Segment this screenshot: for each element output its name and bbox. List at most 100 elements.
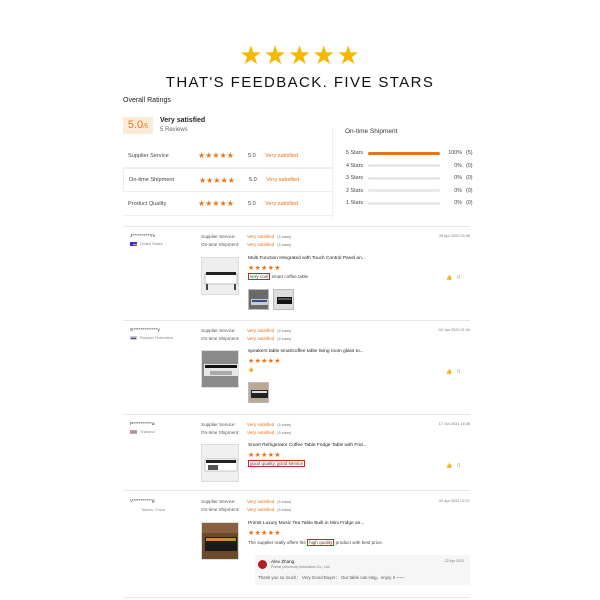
review-photo[interactable] — [248, 289, 269, 310]
supplier-service-label: Supplier Service: — [201, 234, 236, 239]
review-date: 28 Apr 2022 00:38 — [438, 234, 470, 238]
review-stars: ★★★★★ — [248, 452, 281, 459]
value-text: Very satisfied — [247, 430, 275, 435]
like-button[interactable]: 👍 0 — [441, 369, 460, 375]
rating-text: Very satisfied — [265, 200, 299, 207]
product-image-graphic — [202, 445, 238, 481]
review-item: P**********a Thailand Supplier Service: … — [123, 420, 470, 495]
rating-label: On-time Shipment — [129, 177, 175, 183]
rating-text: Very satisfied — [266, 177, 300, 183]
divider — [123, 597, 470, 598]
overall-score: 5.0/5 — [123, 117, 153, 134]
shipment-row: 1 Stars 0% (0) — [346, 197, 476, 210]
reviewer-name: V**********g — [130, 499, 155, 504]
like-button[interactable]: 👍 0 — [441, 275, 460, 281]
value-note: (5 stars) — [277, 235, 292, 239]
thumbs-up-icon: 👍 — [445, 463, 453, 469]
count: (0) — [466, 175, 473, 182]
progress-bar — [368, 164, 440, 168]
shipment-breakdown: 5 Stars 100% (5) 4 Stars 0% (0) 3 Stars … — [346, 147, 476, 210]
percent: 0% — [454, 200, 462, 207]
count: (5) — [466, 150, 473, 157]
rating-value: 5.0 — [248, 200, 256, 207]
product-name[interactable]: speakers table smartcoffee table living … — [248, 349, 364, 354]
like-count: 0 — [457, 463, 460, 469]
product-name[interactable]: Primst Luxury Music Tea Table Built in M… — [248, 521, 364, 526]
shipment-label: On-time Shipment: — [201, 242, 240, 247]
percent: 0% — [454, 175, 462, 182]
ratings-table: Supplier Service ★★★★★ 5.0 Very satisfie… — [123, 144, 333, 216]
value-text: Very satisfied — [247, 336, 275, 341]
count: (0) — [466, 200, 473, 207]
review-photo-graphic — [274, 290, 293, 309]
like-button[interactable]: 👍 0 — [441, 463, 460, 469]
comment-text: smart coffee table — [270, 274, 309, 279]
value-text: Very satisfied — [247, 499, 275, 504]
reviewer-country: Thailand — [130, 430, 155, 434]
reply-date: 22 Apr 2021 — [444, 559, 464, 563]
review-stars: ★★★★★ — [248, 265, 281, 272]
value-text: Very satisfied — [247, 242, 275, 247]
review-item: S*************y Russian Federation Suppl… — [123, 326, 470, 411]
shipment-label: On-time Shipment: — [201, 430, 240, 435]
review-item: J**********m United States Supplier Serv… — [123, 232, 470, 317]
supplier-service-value: Very satisfied (5 stars) — [247, 499, 291, 504]
product-name[interactable]: Smart Refrigerator Coffee Table Fridge T… — [248, 443, 367, 448]
supplier-reply: Alex Zhang Primst (zhuzhou) Innovation C… — [255, 555, 470, 585]
rating-stars: ★★★★★ — [198, 199, 234, 208]
count: (0) — [466, 187, 473, 194]
progress-bar — [368, 189, 440, 193]
flag-us-icon — [130, 242, 137, 246]
review-count: 5 Reviews — [160, 127, 188, 133]
value-note: (5 stars) — [277, 508, 292, 512]
product-image[interactable] — [201, 444, 239, 482]
review-comment: 👍 — [248, 367, 254, 372]
shipment-value: Very satisfied (5 stars) — [247, 242, 291, 247]
product-image[interactable] — [201, 350, 239, 388]
divider — [123, 226, 470, 227]
reply-company: Primst (zhuzhou) Innovation Co., Ltd. — [271, 565, 331, 569]
rating-row-supplier: Supplier Service ★★★★★ 5.0 Very satisfie… — [123, 144, 333, 168]
shipment-value: Very satisfied (5 stars) — [247, 336, 291, 341]
review-photo-graphic — [249, 383, 268, 402]
product-name[interactable]: Multi Function Integrated with Touch Con… — [248, 256, 366, 261]
reviewer-country: United States — [130, 242, 163, 246]
shipment-value: Very satisfied (5 stars) — [247, 507, 291, 512]
value-note: (5 stars) — [277, 337, 292, 341]
value-note: (5 stars) — [277, 243, 292, 247]
product-image[interactable] — [201, 522, 239, 560]
shipment-label: On-time Shipment: — [201, 336, 240, 341]
count: (0) — [466, 162, 473, 169]
progress-fill — [368, 151, 440, 155]
divider — [123, 320, 470, 321]
rating-row-shipment[interactable]: On-time Shipment ★★★★★ 5.0 Very satisfie… — [123, 168, 333, 192]
review-comment: The supplier really offers the high qual… — [248, 539, 383, 546]
comment-text: product with best price. — [334, 540, 383, 545]
shipment-title: On-time Shipment — [345, 128, 398, 135]
value-note: (5 stars) — [277, 423, 292, 427]
reviewer-country: Taiwan, China — [141, 508, 165, 512]
review-photo[interactable] — [248, 382, 269, 403]
shipment-row: 5 Stars 100% (5) — [346, 147, 476, 160]
score-suffix: /5 — [143, 124, 149, 130]
progress-bar — [368, 176, 440, 180]
star-label: 2 Stars — [346, 187, 364, 194]
value-note: (5 stars) — [277, 329, 292, 333]
review-photo[interactable] — [273, 289, 294, 310]
product-image-graphic — [202, 523, 238, 559]
product-image-graphic — [202, 258, 238, 294]
reply-text: Thank you so much： Very Good Buyer： Our … — [258, 575, 404, 580]
reviewer-name: S*************y — [130, 328, 160, 333]
shipment-row: 3 Stars 0% (0) — [346, 172, 476, 185]
like-count: 0 — [457, 275, 460, 281]
comment-highlight: high quality — [307, 539, 335, 546]
star-label: 1 Stars — [346, 200, 364, 207]
overall-satisfaction: Very satisfied — [160, 117, 206, 124]
country-name: United States — [140, 242, 163, 246]
supplier-service-label: Supplier Service: — [201, 499, 236, 504]
divider — [123, 414, 470, 415]
review-comment: very cool smart coffee table — [248, 273, 309, 280]
overall-ratings-label: Overall Ratings — [123, 97, 171, 104]
product-image[interactable] — [201, 257, 239, 295]
flag-ru-icon — [130, 336, 137, 340]
